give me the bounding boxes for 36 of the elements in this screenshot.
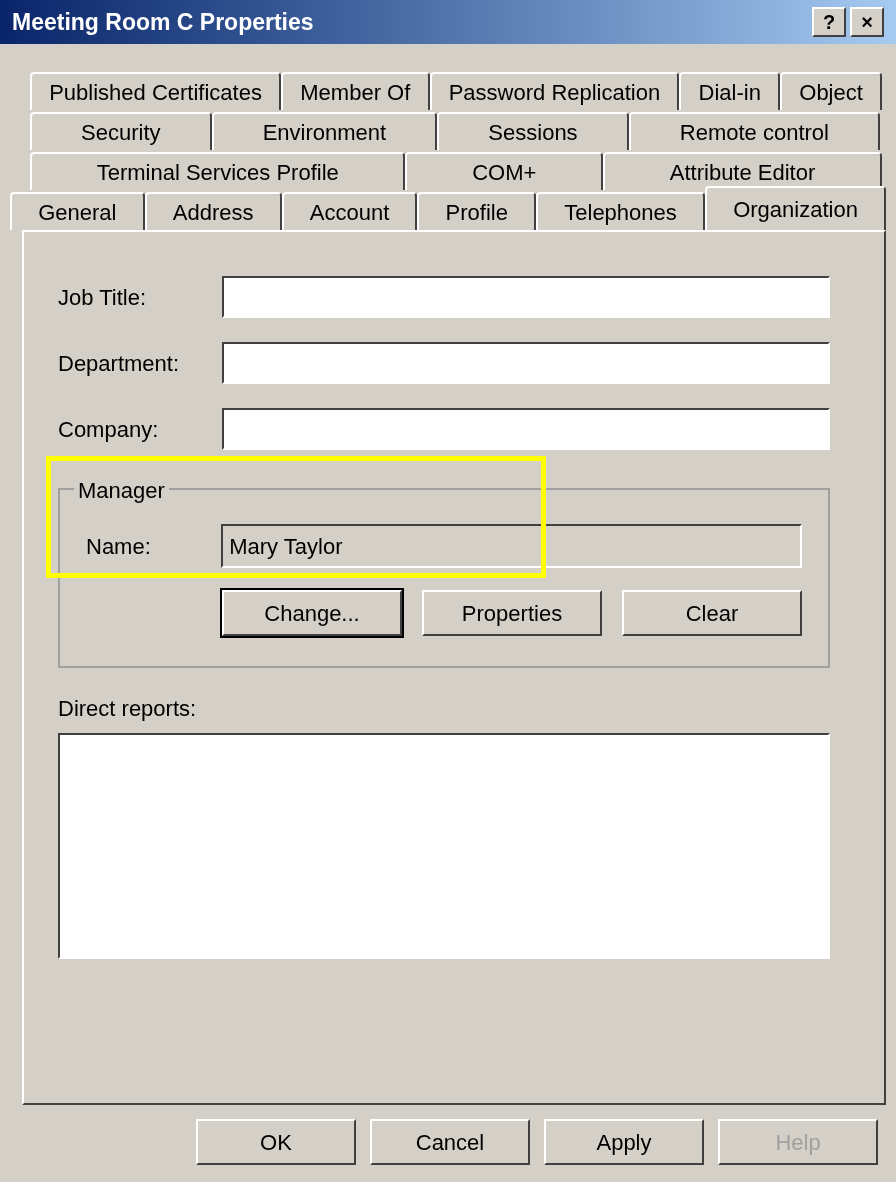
tab[interactable]: General [10,192,145,230]
tab[interactable]: Object [780,72,883,110]
tab[interactable]: Attribute Editor [603,152,882,190]
list-label: Direct reports: [58,695,198,723]
text-field[interactable] [222,342,830,384]
field-label: Department: [58,349,181,378]
tab[interactable]: Terminal Services Profile [30,152,406,190]
window-title: Meeting Room C Properties [12,7,315,37]
name-field[interactable]: Mary Taylor [221,524,802,568]
tab[interactable]: COM+ [405,152,604,190]
tab[interactable]: Password Replication [429,72,680,110]
dialog-button[interactable]: OK [196,1119,356,1165]
tab[interactable]: Organization [704,186,887,230]
tab[interactable]: Environment [211,112,438,150]
dialog-button[interactable]: Properties [422,590,602,636]
tab[interactable]: Sessions [437,112,629,150]
tab[interactable]: Address [144,192,282,230]
tab[interactable]: Published Certificates [30,72,282,110]
tab[interactable]: Telephones [536,192,705,230]
text-field[interactable] [222,276,830,318]
text-field[interactable] [222,408,830,450]
tab[interactable]: Member Of [281,72,430,110]
help-button[interactable]: ? [812,7,846,37]
tab[interactable]: Dial-in [679,72,781,110]
field-label: Job Title: [58,283,148,312]
tab[interactable]: Remote control [628,112,881,150]
tab[interactable]: Account [281,192,418,230]
tab[interactable]: Security [30,112,212,150]
tab[interactable]: Profile [417,192,537,230]
dialog-button[interactable]: Cancel [370,1119,530,1165]
close-button[interactable]: × [850,7,884,37]
dialog-button[interactable]: Change... [222,590,402,636]
dialog-button[interactable]: Apply [544,1119,704,1165]
field-label: Name: [86,532,152,561]
dialog-button[interactable]: Clear [622,590,802,636]
field-label: Company: [58,415,160,444]
